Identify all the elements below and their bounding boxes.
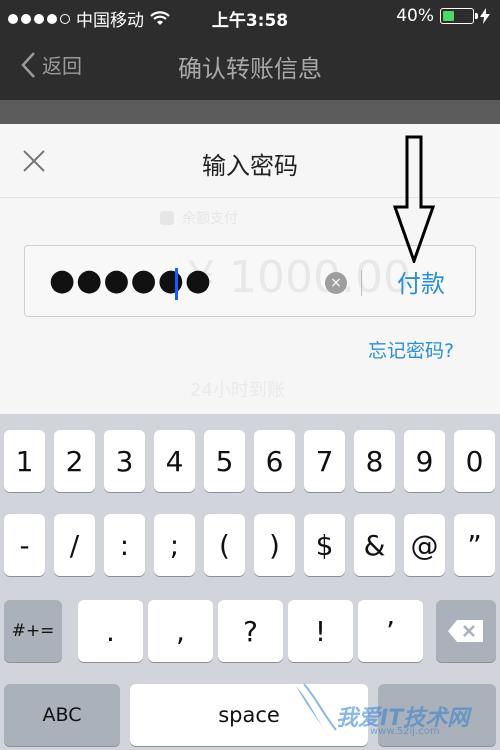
divider: [361, 270, 362, 296]
watermark-logo: 我爱IT技术网 www.52ij.com: [290, 682, 500, 742]
card-icon: [160, 211, 174, 225]
watermark-url: www.52ij.com: [370, 726, 440, 737]
status-right: 40%: [396, 6, 490, 26]
down-arrow-annotation-icon: [393, 135, 435, 263]
key-1[interactable]: 1: [4, 430, 45, 492]
key-question[interactable]: ?: [218, 600, 283, 662]
nav-bar: 返回 确认转账信息: [0, 32, 500, 100]
forgot-password-link[interactable]: 忘记密码?: [368, 336, 454, 363]
backspace-key[interactable]: [436, 600, 496, 662]
key-0[interactable]: 0: [454, 430, 495, 492]
page-title: 确认转账信息: [178, 55, 322, 83]
key-7[interactable]: 7: [304, 430, 345, 492]
key-close-paren[interactable]: ): [254, 514, 295, 576]
key-colon[interactable]: :: [104, 514, 145, 576]
key-dollar[interactable]: $: [304, 514, 345, 576]
key-9[interactable]: 9: [404, 430, 445, 492]
key-period[interactable]: .: [78, 600, 143, 662]
key-at[interactable]: @: [404, 514, 445, 576]
key-ampersand[interactable]: &: [354, 514, 395, 576]
obscured-top-label: 余额支付: [182, 211, 238, 227]
key-comma[interactable]: ,: [148, 600, 213, 662]
key-quote[interactable]: ”: [454, 514, 495, 576]
pay-button[interactable]: 付款: [397, 264, 445, 299]
key-abc[interactable]: ABC: [4, 684, 120, 746]
obscured-amount: ¥ 1000.00: [187, 252, 411, 303]
battery-percent: 40%: [396, 6, 434, 26]
status-bar: 中国移动 上午3:58 40%: [0, 0, 500, 32]
key-5[interactable]: 5: [204, 430, 245, 492]
key-hyphen[interactable]: -: [4, 514, 45, 576]
key-exclamation[interactable]: !: [288, 600, 353, 662]
key-slash[interactable]: /: [54, 514, 95, 576]
password-mask: ●●●●●●: [49, 263, 213, 298]
charging-bolt-icon: [480, 8, 490, 24]
dim-overlay: [0, 100, 500, 124]
key-2[interactable]: 2: [54, 430, 95, 492]
key-semicolon[interactable]: ;: [154, 514, 195, 576]
key-open-paren[interactable]: (: [204, 514, 245, 576]
backspace-icon: [448, 620, 483, 642]
obscured-bottom-text: 24小时到账: [190, 380, 285, 401]
text-caret: [175, 268, 178, 300]
key-apostrophe[interactable]: ’: [358, 600, 423, 662]
obscured-top-text: 余额支付: [160, 208, 238, 228]
clear-icon[interactable]: ×: [325, 272, 347, 294]
key-6[interactable]: 6: [254, 430, 295, 492]
key-4[interactable]: 4: [154, 430, 195, 492]
key-8[interactable]: 8: [354, 430, 395, 492]
key-3[interactable]: 3: [104, 430, 145, 492]
key-symbols[interactable]: #+=: [4, 600, 62, 662]
battery-icon: [440, 8, 478, 24]
